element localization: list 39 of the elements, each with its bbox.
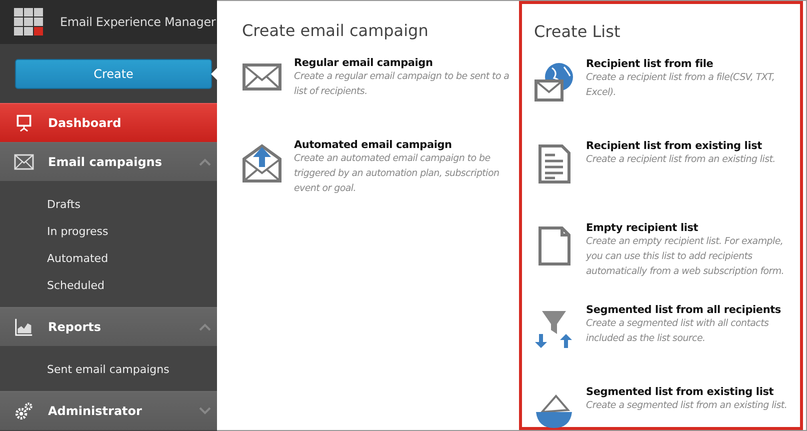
grid-logo-icon [14,8,44,36]
nav-section[interactable]: Administrator [0,391,217,430]
presentation-board-icon [14,114,34,132]
option-description: Create a segmented list from an existing list. [586,399,788,413]
option-description: Create a segmented list with all contacts included as the list source. [586,317,770,346]
section-heading: Create email campaign [242,21,430,40]
option-description: Create a recipient list from a file(CSV, TXT, Excel). [586,71,776,100]
envelope-icon [242,61,282,91]
open-envelope-up-arrow-icon [242,143,282,183]
option-description: Create a regular email campaign to be sent to a list of recipients. [294,70,510,99]
option-link[interactable]: Automated email campaign [294,139,513,151]
nav-section[interactable]: Reports [0,307,217,346]
nav-section[interactable]: Email campaigns [0,142,217,181]
chevron-down-icon[interactable] [199,407,211,415]
chart-icon [14,318,34,336]
chevron-up-icon[interactable] [199,323,211,331]
nav-item[interactable]: Sent email campaigns [0,356,217,383]
option-link[interactable]: Segmented list from existing list [586,386,788,398]
funnel-arrows-icon [534,308,574,348]
option-description: Create an automated email campaign to be triggered by an automation plan, subscription event or goal. [294,152,500,196]
nav-item[interactable]: Scheduled [0,272,217,299]
envelope-icon [14,153,34,171]
gears-icon [14,402,34,420]
nav-item[interactable]: In progress [0,218,217,245]
app-title: Email Experience Manager [60,15,216,29]
option-link[interactable]: Empty recipient list [586,222,796,234]
globe-envelope-icon [534,62,574,102]
option-link[interactable]: Regular email campaign [294,57,513,69]
section-heading: Create List [534,22,622,41]
option-link[interactable]: Recipient list from existing list [586,140,776,152]
nav-item[interactable]: Drafts [0,191,217,218]
option-link[interactable]: Segmented list from all recipients [586,304,796,316]
nav-item[interactable]: Automated [0,245,217,272]
nav-section[interactable]: Dashboard [0,103,217,142]
chevron-up-icon[interactable] [199,158,211,166]
create-button[interactable]: Create [15,58,212,88]
option-description: Create an empty recipient list. For example, you can use this list to add recipients automatically from a web subscription form. [586,235,786,279]
option-description: Create a recipient list from an existing list. [586,153,776,167]
option-link[interactable]: Recipient list from file [586,58,796,70]
